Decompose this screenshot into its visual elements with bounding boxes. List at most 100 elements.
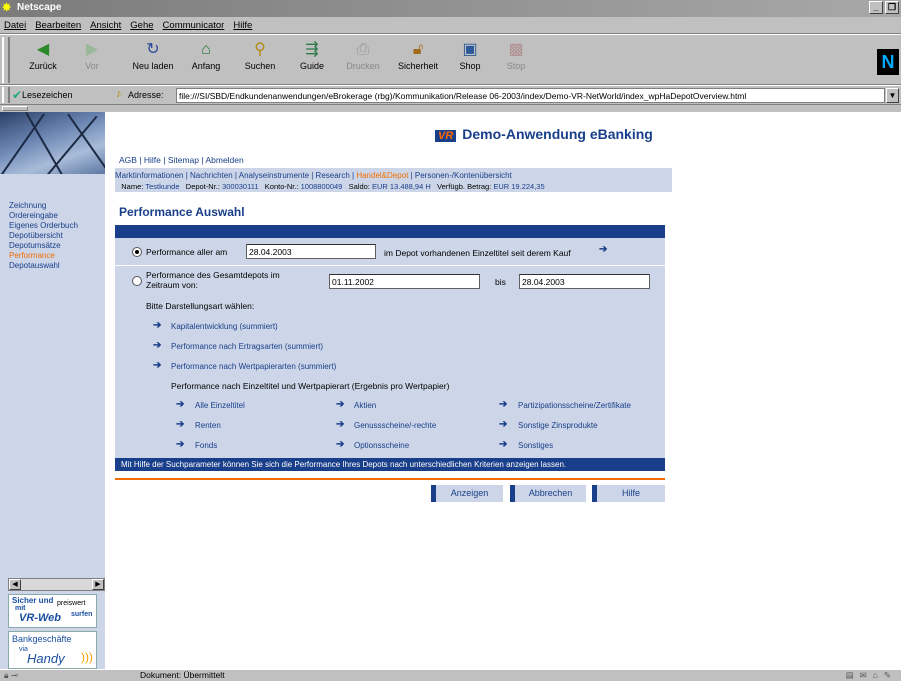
arrow-right-icon[interactable]: ➔ [499,399,507,410]
lock-icon: 🔓︎ [412,41,424,58]
home-button[interactable]: ⌂ Anfang [184,35,228,83]
window-title: Netscape [17,2,62,13]
toolbar-grip[interactable] [2,37,10,83]
sidebar-item-depotauswahl[interactable]: Depotauswahl [9,261,78,271]
performance-form: Performance aller am im Depot vorhandene… [115,225,665,471]
link-partizipationsscheine[interactable]: Partizipationsscheine/Zertifikate [518,401,631,410]
help-text-bar: Mit Hilfe der Suchparameter können Sie s… [115,458,665,471]
arrow-right-icon[interactable]: ➔ [599,244,607,255]
menu-datei[interactable]: Datei [4,20,26,31]
option-row-stichtag: Performance aller am im Depot vorhandene… [115,238,665,266]
print-button[interactable]: ⎙ Drucken [340,35,386,83]
menu-bar: Datei Bearbeiten Ansicht Gehe Communicat… [0,17,901,34]
link-renten[interactable]: Renten [195,421,221,430]
radio-zeitraum[interactable] [132,276,142,286]
arrow-right-icon[interactable]: ➔ [176,419,184,430]
arrow-right-icon[interactable]: ➔ [336,419,344,430]
menu-hilfe[interactable]: Hilfe [233,20,252,31]
vr-web-ad-banner[interactable]: Sicher und preiswert mit VR-Web surfen [8,594,97,628]
arrow-right-icon[interactable]: ➔ [153,340,161,351]
stichtag-date-input[interactable] [246,244,376,259]
orange-divider [115,478,665,480]
sidebar-item-ordereingabe[interactable]: Ordereingabe [9,211,78,221]
handy-ad-banner[interactable]: Bankgeschäfte via Handy ))) [8,631,97,669]
sidebar-nav: Zeichnung Ordereingabe Eigenes Orderbuch… [9,201,78,271]
shop-button[interactable]: ▣ Shop [450,35,490,83]
sidebar-item-depotumsaetze[interactable]: Depotumsätze [9,241,78,251]
status-bar: 🔒︎ ⊸ Dokument: Übermittelt ▤✉⌂✎ [0,669,901,681]
scroll-left-icon[interactable]: ◀ [9,579,21,590]
arrow-right-icon[interactable]: ➔ [176,439,184,450]
zeitraum-to-input[interactable] [519,274,650,289]
search-button[interactable]: ⚲ Suchen [235,35,285,83]
bookmark-icon: ✔ [12,88,23,102]
hilfe-button[interactable]: Hilfe [592,485,665,502]
guide-button[interactable]: ⇶ Guide [292,35,332,83]
arrow-right-icon[interactable]: ➔ [336,439,344,450]
signal-waves-icon: ))) [81,650,93,664]
nav-handel-depot[interactable]: Handel&Depot [356,171,408,180]
address-label: Adresse: [128,90,164,100]
anzeigen-button[interactable]: Anzeigen [431,485,503,502]
nav-links[interactable]: Marktinformationen | Nachrichten | Analy… [115,171,512,180]
reload-button[interactable]: ↻ Neu laden [125,35,181,83]
menu-ansicht[interactable]: Ansicht [90,20,121,31]
utility-links[interactable]: AGB | Hilfe | Sitemap | Abmelden [119,155,244,165]
stop-icon: ▩ [508,41,524,58]
personal-toolbar-grip[interactable] [2,106,28,111]
back-button[interactable]: ◀ Zurück [18,35,68,83]
menu-communicator[interactable]: Communicator [163,20,225,31]
main-navigation: Marktinformationen | Nachrichten | Analy… [115,168,672,192]
arrow-right-icon[interactable]: ➔ [499,439,507,450]
sidebar-item-orderbuch[interactable]: Eigenes Orderbuch [9,221,78,231]
bridge-beam [0,113,45,174]
personal-toolbar [0,105,901,112]
arrow-right-icon[interactable]: ➔ [153,320,161,331]
location-bar: ✔ Lesezeichen ♪ Adresse: ▼ [0,86,901,105]
link-kapitalentwicklung[interactable]: Kapitalentwicklung (summiert) [171,322,278,331]
link-alle-einzeltitel[interactable]: Alle Einzeltitel [195,401,245,410]
maximize-button[interactable]: ❐ [885,1,899,14]
zeitraum-from-input[interactable] [329,274,480,289]
customer-info: Name: Testkunde Depot-Nr.: 300030111 Kon… [121,182,545,191]
link-aktien[interactable]: Aktien [354,401,376,410]
bookmarks-button[interactable]: Lesezeichen [22,90,73,100]
arrow-right-icon[interactable]: ➔ [499,419,507,430]
menu-gehe[interactable]: Gehe [130,20,153,31]
scroll-right-icon[interactable]: ▶ [92,579,104,590]
url-input[interactable] [176,88,885,103]
arrow-right-icon[interactable]: ➔ [336,399,344,410]
page-proxy-icon[interactable]: ♪ [116,88,122,100]
link-sonstiges[interactable]: Sonstiges [518,441,553,450]
url-history-dropdown[interactable]: ▼ [886,88,899,103]
link-fonds[interactable]: Fonds [195,441,217,450]
header-photo [0,112,105,174]
stop-button[interactable]: ▩ Stop [498,35,534,83]
print-icon: ⎙ [356,41,370,58]
link-genussscheine[interactable]: Genussscheine/-rechte [354,421,436,430]
einzel-heading: Performance nach Einzeltitel und Wertpap… [171,381,450,391]
reload-icon: ↻ [146,41,160,58]
sidebar-item-zeichnung[interactable]: Zeichnung [9,201,78,211]
forward-button[interactable]: ▶ Vor [70,35,114,83]
radio-stichtag[interactable] [132,247,142,257]
locationbar-grip[interactable] [2,87,10,103]
vr-logo-icon: VR [435,130,457,142]
link-ertragsarten[interactable]: Performance nach Ertragsarten (summiert) [171,342,323,351]
netscape-logo-icon: ✸ [2,2,12,14]
arrow-right-icon[interactable]: ➔ [153,360,161,371]
security-button[interactable]: 🔓︎ Sicherheit [390,35,446,83]
arrow-right-icon[interactable]: ➔ [176,399,184,410]
security-status-icon[interactable]: 🔒︎ ⊸ [4,670,18,681]
sidebar-item-performance[interactable]: Performance [9,251,78,261]
link-wertpapierarten[interactable]: Performance nach Wertpapierarten (summie… [171,362,336,371]
component-bar-icons[interactable]: ▤✉⌂✎ [846,670,897,681]
menu-bearbeiten[interactable]: Bearbeiten [35,20,81,31]
shop-icon: ▣ [462,41,478,58]
sidebar-item-depotuebersicht[interactable]: Depotübersicht [9,231,78,241]
minimize-button[interactable]: _ [869,1,883,14]
link-optionsscheine[interactable]: Optionsscheine [354,441,409,450]
abbrechen-button[interactable]: Abbrechen [510,485,586,502]
sidebar-horizontal-scrollbar[interactable]: ◀ ▶ [8,578,105,591]
link-sonstige-zinsprodukte[interactable]: Sonstige Zinsprodukte [518,421,598,430]
